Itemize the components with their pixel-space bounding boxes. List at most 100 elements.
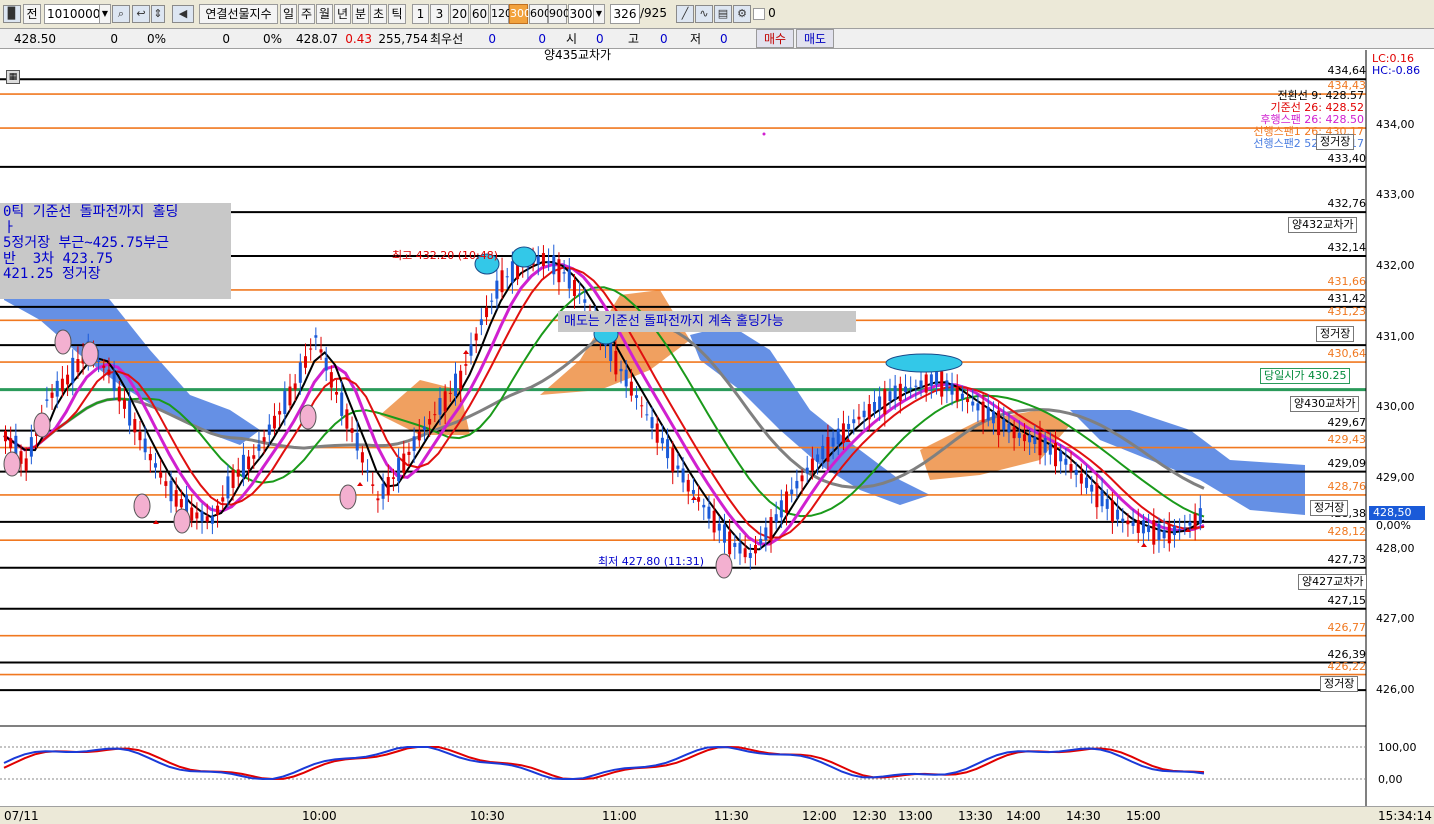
grid-icon[interactable]: ▦ — [6, 70, 20, 84]
save-icon[interactable]: ▤ — [714, 5, 732, 23]
commentary-line-1: ㅏ — [3, 219, 16, 236]
change-value: 0.43 — [345, 32, 372, 46]
tick-count-chevron-down-icon[interactable]: ▼ — [593, 4, 605, 24]
spin-icon[interactable]: ⇕ — [151, 5, 165, 23]
time-axis: 07/11 10:00 10:30 11:00 11:30 12:00 12:30 13:00… — [0, 806, 1434, 824]
candle-body-62 — [324, 357, 328, 371]
candle-body-162 — [841, 423, 845, 443]
period-button-9[interactable]: 20 — [450, 4, 469, 24]
oscillator-panel: 100,00 0,00 — [0, 725, 1417, 786]
candle-body-147 — [764, 527, 768, 541]
candle-body-183 — [950, 383, 954, 395]
period-button-7[interactable]: 1 — [412, 4, 429, 24]
line-tool-icon[interactable]: ╱ — [676, 5, 694, 23]
candle-body-155 — [805, 467, 809, 474]
low-value: 0 — [720, 32, 728, 46]
candle-body-77 — [402, 453, 406, 473]
period-button-13[interactable]: 600 — [529, 4, 551, 24]
option-checkbox[interactable] — [753, 8, 765, 20]
candle-body-78 — [407, 451, 411, 456]
candle-body-143 — [743, 548, 747, 558]
level-label-l427_15: 427,15 — [1327, 593, 1367, 607]
candle-body-105 — [547, 260, 551, 264]
candle-body-67 — [350, 428, 354, 433]
candle-body-151 — [785, 491, 789, 513]
period-button-2[interactable]: 월 — [316, 4, 333, 24]
candle-body-193 — [1002, 419, 1006, 430]
sound-icon[interactable]: ◀ — [172, 5, 194, 23]
candle-body-43 — [226, 476, 230, 499]
candle-body-212 — [1100, 490, 1104, 507]
candle-body-117 — [609, 341, 613, 362]
period-button-6[interactable]: 틱 — [388, 4, 406, 24]
candle-body-34 — [179, 499, 183, 508]
candle-body-219 — [1136, 519, 1140, 533]
candle-body-68 — [355, 432, 359, 451]
pink-circle-2 — [81, 341, 99, 367]
candle-body-89 — [464, 364, 468, 366]
sell-button[interactable]: 매도 — [796, 29, 834, 48]
prio-bid: 0 — [488, 32, 496, 46]
level-label-l434_43: 434,43 — [1327, 79, 1367, 93]
candle-body-152 — [790, 489, 794, 495]
toolbar: ▉ 전 10100000 ▼ ⌕ ↩ ⇕ ◀ 연결선물지수 일주월년분초틱132… — [0, 0, 1434, 29]
buy-button[interactable]: 매수 — [756, 29, 794, 48]
candle-body-154 — [800, 475, 804, 482]
candle-body-181 — [940, 371, 944, 397]
candle-body-146 — [759, 538, 763, 544]
candle-body-196 — [1017, 432, 1021, 438]
mode-button[interactable]: 전 — [23, 4, 41, 24]
period-button-0[interactable]: 일 — [280, 4, 297, 24]
period-button-12[interactable]: 300 — [509, 4, 531, 24]
candle-body-39 — [205, 516, 209, 522]
period-button-1[interactable]: 주 — [298, 4, 315, 24]
range-input[interactable]: 326 — [610, 4, 640, 24]
candle-body-178 — [924, 374, 928, 393]
candle-body-208 — [1079, 473, 1083, 484]
price-axis-tick-7: 427,00 — [1376, 612, 1415, 626]
osc-axis-tick-0: 100,00 — [1378, 741, 1417, 754]
indicator-icon[interactable]: ∿ — [695, 5, 713, 23]
candle-body-148 — [769, 517, 773, 541]
candle-body-10 — [55, 380, 59, 397]
code-dropdown-chevron-down-icon[interactable]: ▼ — [99, 4, 111, 24]
candle-body-130 — [676, 465, 680, 469]
candle-body-209 — [1085, 477, 1089, 488]
gear-icon[interactable]: ⚙ — [733, 5, 751, 23]
tick-count-input[interactable]: 300 — [568, 4, 594, 24]
price-chart[interactable]: 100,00 0,00 — [0, 50, 1434, 806]
candle-body-5 — [29, 437, 33, 457]
candle-body-160 — [831, 437, 835, 447]
candle-body-216 — [1121, 518, 1125, 522]
candle-body-221 — [1147, 525, 1151, 533]
period-button-3[interactable]: 년 — [334, 4, 351, 24]
candle-body-106 — [552, 255, 556, 275]
candle-body-1 — [9, 438, 13, 449]
candle-body-85 — [443, 391, 447, 412]
candle-body-202 — [1048, 443, 1052, 455]
candle-body-163 — [847, 423, 851, 430]
period-button-10[interactable]: 60 — [470, 4, 489, 24]
period-button-14[interactable]: 900 — [548, 4, 570, 24]
link-icon[interactable]: ↩ — [132, 5, 150, 23]
pink-circle-5 — [173, 508, 191, 534]
chart-area[interactable]: 100,00 0,00 양435교차가 ▦ LC:0.16 HC:-0.86 전환… — [0, 48, 1434, 806]
price-axis-tick-1: 433,00 — [1376, 188, 1415, 202]
candle-body-61 — [319, 349, 323, 353]
instrument-select[interactable]: 연결선물지수 — [199, 4, 278, 24]
period-button-11[interactable]: 120 — [490, 4, 512, 24]
period-button-5[interactable]: 초 — [370, 4, 387, 24]
candle-body-149 — [774, 514, 778, 523]
price-axis-tick-2: 432,00 — [1376, 258, 1415, 272]
candle-body-174 — [904, 386, 907, 393]
period-button-8[interactable]: 3 — [430, 4, 449, 24]
period-button-4[interactable]: 분 — [352, 4, 369, 24]
search-icon[interactable]: ⌕ — [112, 5, 130, 23]
candle-body-118 — [614, 350, 618, 375]
level-label-l434_64: 434,64 — [1327, 64, 1367, 78]
candle-body-38 — [200, 511, 204, 522]
chart-type-icon[interactable]: ▉ — [3, 5, 21, 23]
price-axis-tick-4: 430,00 — [1376, 400, 1415, 414]
candle-body-168 — [872, 402, 876, 412]
code-input[interactable]: 10100000 — [44, 4, 108, 24]
